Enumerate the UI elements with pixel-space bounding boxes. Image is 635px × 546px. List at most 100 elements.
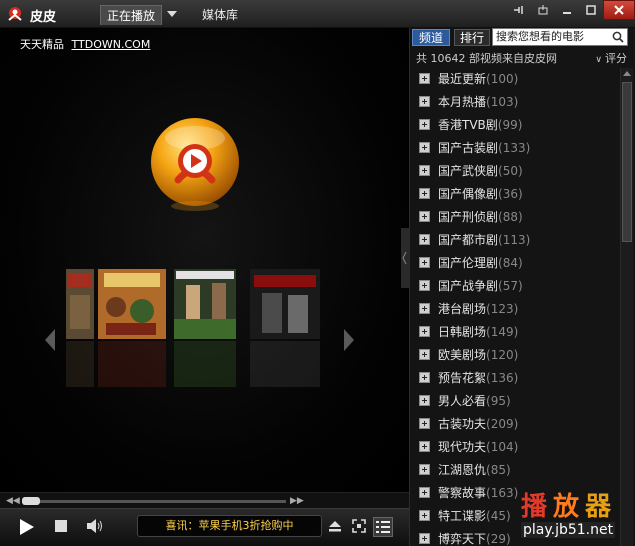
brand-text: 天天精品: [20, 38, 64, 51]
tab-channels[interactable]: 频道: [412, 29, 450, 46]
expand-plus-icon[interactable]: [419, 510, 430, 521]
category-item[interactable]: 古装功夫(209): [410, 413, 620, 436]
seek-track[interactable]: [22, 500, 286, 503]
stop-button[interactable]: [52, 517, 70, 535]
category-item[interactable]: 男人必看(95): [410, 390, 620, 413]
watermark-char-2: 放: [553, 492, 586, 522]
poster-2[interactable]: [98, 269, 166, 339]
video-area[interactable]: 天天精品 TTDOWN.COM: [0, 28, 409, 492]
category-item[interactable]: 现代功夫(104): [410, 436, 620, 459]
search-input[interactable]: 搜索您想看的电影: [492, 28, 628, 46]
expand-plus-icon[interactable]: [419, 188, 430, 199]
play-button[interactable]: [14, 515, 40, 539]
expand-plus-icon[interactable]: [419, 165, 430, 176]
pin-icon: [538, 5, 548, 15]
poster-strip: [66, 269, 320, 339]
sort-dropdown[interactable]: ∨ 评分: [595, 50, 627, 66]
expand-plus-icon[interactable]: [419, 280, 430, 291]
scroll-up-arrow-icon[interactable]: [621, 68, 633, 80]
tab-now-playing[interactable]: 正在播放: [100, 5, 163, 25]
category-item[interactable]: 日韩剧场(149): [410, 321, 620, 344]
category-count: (133): [498, 141, 531, 155]
category-item[interactable]: 欧美剧场(120): [410, 344, 620, 367]
scrollbar-thumb[interactable]: [622, 82, 632, 242]
category-count: (136): [486, 371, 519, 385]
mini-mode-button[interactable]: [507, 0, 531, 20]
vertical-scrollbar[interactable]: [620, 68, 633, 546]
tab-media-library[interactable]: 媒体库: [196, 5, 244, 25]
close-button[interactable]: [603, 0, 635, 20]
category-count: (36): [498, 187, 523, 201]
category-name: 本月热播: [438, 95, 487, 109]
volume-button[interactable]: [84, 517, 106, 535]
maximize-button[interactable]: [579, 0, 603, 20]
expand-plus-icon[interactable]: [419, 142, 430, 153]
expand-plus-icon[interactable]: [419, 234, 430, 245]
category-item[interactable]: 国产偶像剧(36): [410, 183, 620, 206]
category-item[interactable]: 国产古装剧(133): [410, 137, 620, 160]
coverflow-next-arrow-icon[interactable]: [343, 328, 355, 352]
expand-plus-icon[interactable]: [419, 372, 430, 383]
category-name: 港台剧场: [438, 302, 487, 316]
category-name: 欧美剧场: [438, 348, 487, 362]
category-item[interactable]: 国产战争剧(57): [410, 275, 620, 298]
poster-4[interactable]: [250, 269, 320, 339]
category-item[interactable]: 港台剧场(123): [410, 298, 620, 321]
news-ticker[interactable]: 喜讯：苹果手机3折抢购中: [137, 515, 322, 537]
expand-plus-icon[interactable]: [419, 441, 430, 452]
expand-plus-icon[interactable]: [419, 395, 430, 406]
search-icon[interactable]: [612, 31, 624, 43]
poster-3[interactable]: [174, 269, 236, 339]
category-item[interactable]: 本月热播(103): [410, 91, 620, 114]
expand-plus-icon[interactable]: [419, 464, 430, 475]
expand-plus-icon[interactable]: [419, 487, 430, 498]
tab-ranking[interactable]: 排行: [454, 29, 490, 46]
playback-controls: 喜讯：苹果手机3折抢购中: [0, 508, 409, 546]
category-name: 特工谍影: [438, 509, 487, 523]
expand-plus-icon[interactable]: [419, 73, 430, 84]
category-item[interactable]: 最近更新(100): [410, 68, 620, 91]
fast-forward-icon[interactable]: ▶▶: [290, 496, 304, 506]
category-count: (100): [486, 72, 519, 86]
playlist-button[interactable]: [373, 517, 393, 537]
search-placeholder: 搜索您想看的电影: [496, 30, 584, 43]
category-item[interactable]: 国产刑侦剧(88): [410, 206, 620, 229]
category-name: 国产古装剧: [438, 141, 499, 155]
poster-1[interactable]: [66, 269, 94, 339]
category-name: 最近更新: [438, 72, 487, 86]
rewind-icon[interactable]: ◀◀: [6, 496, 20, 506]
expand-plus-icon[interactable]: [419, 326, 430, 337]
expand-plus-icon[interactable]: [419, 96, 430, 107]
expand-plus-icon[interactable]: [419, 119, 430, 130]
category-item[interactable]: 国产都市剧(113): [410, 229, 620, 252]
category-count: (85): [486, 463, 511, 477]
expand-plus-icon[interactable]: [419, 418, 430, 429]
category-item[interactable]: 国产武侠剧(50): [410, 160, 620, 183]
category-item[interactable]: 香港TVB剧(99): [410, 114, 620, 137]
coverflow-prev-arrow-icon[interactable]: [44, 328, 56, 352]
watermark-char-1: 播: [521, 492, 554, 522]
category-item[interactable]: 预告花絮(136): [410, 367, 620, 390]
pin-button[interactable]: [531, 0, 555, 20]
chevron-down-icon[interactable]: [166, 9, 178, 19]
fullscreen-button[interactable]: [351, 517, 367, 535]
minimize-button[interactable]: [555, 0, 579, 20]
open-file-button[interactable]: [327, 517, 343, 535]
expand-plus-icon[interactable]: [419, 533, 430, 544]
expand-plus-icon[interactable]: [419, 257, 430, 268]
big-play-logo-icon[interactable]: [148, 118, 242, 212]
seek-thumb[interactable]: [22, 497, 40, 505]
brand-url-link[interactable]: TTDOWN.COM: [72, 38, 151, 51]
expand-plus-icon[interactable]: [419, 349, 430, 360]
expand-plus-icon[interactable]: [419, 211, 430, 222]
expand-plus-icon[interactable]: [419, 303, 430, 314]
fullscreen-icon: [352, 519, 366, 533]
sort-label: 评分: [605, 52, 627, 65]
seek-bar: ◀◀ ▶▶: [0, 492, 409, 508]
category-item[interactable]: 江湖恩仇(85): [410, 459, 620, 482]
category-name: 香港TVB剧: [438, 118, 498, 132]
brand-label: 天天精品 TTDOWN.COM: [20, 36, 150, 52]
video-count-text: 共 10642 部视频来自皮皮网: [416, 52, 557, 65]
category-item[interactable]: 国产伦理剧(84): [410, 252, 620, 275]
panel-toggle-grip-icon[interactable]: [401, 228, 409, 288]
